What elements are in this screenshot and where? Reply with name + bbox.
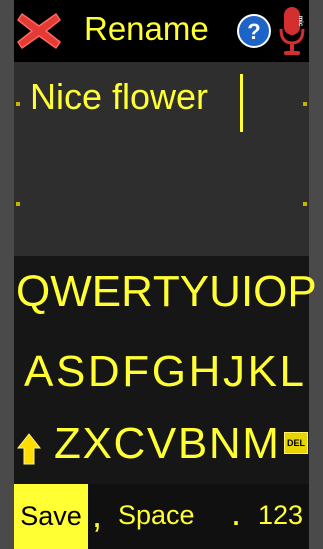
key-v[interactable]: V	[147, 422, 176, 466]
help-icon[interactable]: ?	[236, 13, 272, 49]
key-l[interactable]: L	[280, 350, 304, 394]
left-border	[0, 0, 14, 549]
key-z[interactable]: Z	[54, 422, 81, 466]
close-icon[interactable]	[16, 10, 62, 52]
period-key[interactable]: .	[231, 492, 241, 534]
key-h[interactable]: H	[189, 350, 221, 394]
key-e[interactable]: E	[92, 270, 121, 314]
keyboard-row-1: QWERTYUIOP	[14, 256, 317, 342]
shift-arrow-icon[interactable]	[16, 432, 42, 466]
keyboard-row-3: ZXCVBNM DEL	[14, 412, 309, 484]
key-d[interactable]: D	[88, 350, 120, 394]
key-w[interactable]: W	[50, 270, 92, 314]
key-p[interactable]: P	[287, 270, 316, 314]
scroll-marker-icon	[16, 102, 20, 106]
scroll-marker-icon	[16, 202, 20, 206]
scroll-marker-icon	[303, 102, 307, 106]
key-y[interactable]: Y	[180, 270, 209, 314]
key-k[interactable]: K	[248, 350, 277, 394]
scroll-marker-icon	[303, 202, 307, 206]
key-t[interactable]: T	[153, 270, 180, 314]
numbers-key[interactable]: 123	[258, 500, 303, 531]
on-screen-keyboard: QWERTYUIOP ASDFGHJKL ZXCVBNM DEL Save , …	[14, 256, 317, 549]
dialog-title: Rename	[84, 10, 209, 47]
save-button[interactable]: Save	[14, 484, 88, 549]
delete-key[interactable]: DEL	[284, 432, 308, 454]
key-u[interactable]: U	[209, 270, 241, 314]
text-field-value: Nice flower	[30, 76, 209, 117]
key-x[interactable]: X	[83, 422, 112, 466]
key-i[interactable]: I	[241, 270, 253, 314]
svg-text:?: ?	[247, 19, 260, 44]
key-a[interactable]: A	[24, 350, 53, 394]
text-cursor	[240, 74, 243, 132]
key-g[interactable]: G	[152, 350, 186, 394]
space-key[interactable]: Space	[118, 500, 195, 531]
key-q[interactable]: Q	[16, 270, 50, 314]
mic-label: mic	[297, 16, 303, 27]
key-f[interactable]: F	[122, 350, 149, 394]
key-o[interactable]: O	[253, 270, 287, 314]
microphone-icon[interactable]: mic	[279, 5, 305, 57]
key-n[interactable]: N	[209, 422, 241, 466]
name-text-field[interactable]: Nice flower	[14, 62, 309, 256]
key-m[interactable]: M	[242, 422, 279, 466]
key-c[interactable]: C	[114, 422, 146, 466]
header-bar: Rename ? mic	[14, 0, 309, 62]
key-b[interactable]: B	[178, 422, 207, 466]
keyboard-row-2: ASDFGHJKL	[14, 342, 309, 412]
key-r[interactable]: R	[121, 270, 153, 314]
keyboard-row-4: Save , Space . 123	[14, 484, 309, 549]
key-j[interactable]: J	[223, 350, 245, 394]
rename-dialog: Rename ? mic Nice flower QWERTY U I O P …	[0, 0, 323, 549]
key-s[interactable]: S	[56, 350, 85, 394]
comma-key[interactable]: ,	[92, 494, 102, 536]
